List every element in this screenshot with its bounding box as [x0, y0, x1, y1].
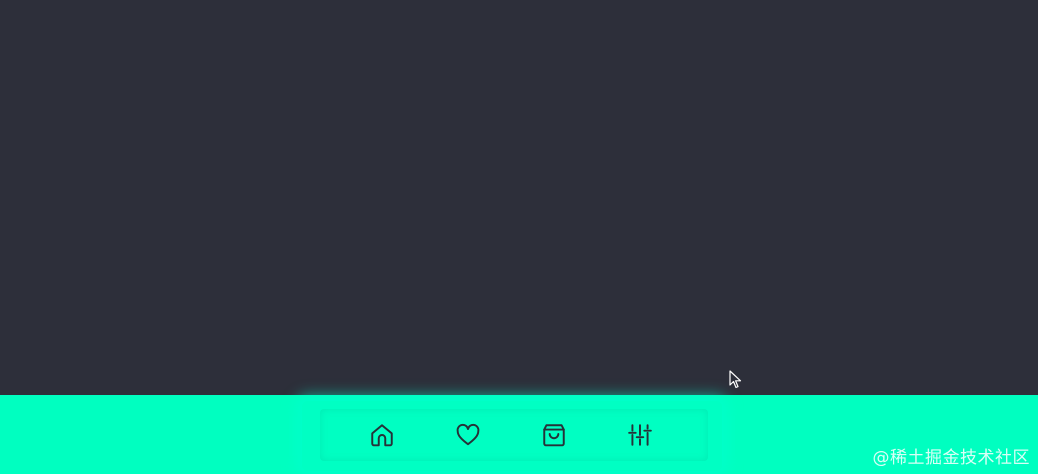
- home-icon: [371, 424, 393, 447]
- heart-icon: [456, 423, 480, 446]
- nav-item-cart[interactable]: [540, 421, 568, 449]
- app-window: @稀土掘金技术社区: [0, 0, 1038, 474]
- mouse-cursor-icon: [729, 370, 742, 389]
- nav-item-settings[interactable]: [626, 421, 654, 449]
- bottom-navigation: [320, 409, 708, 461]
- shopping-bag-icon: [543, 424, 565, 447]
- nav-item-favorites[interactable]: [454, 421, 482, 449]
- sliders-icon: [628, 424, 652, 446]
- content-area: [0, 0, 1038, 395]
- nav-item-home[interactable]: [368, 421, 396, 449]
- watermark: @稀土掘金技术社区: [872, 448, 1030, 468]
